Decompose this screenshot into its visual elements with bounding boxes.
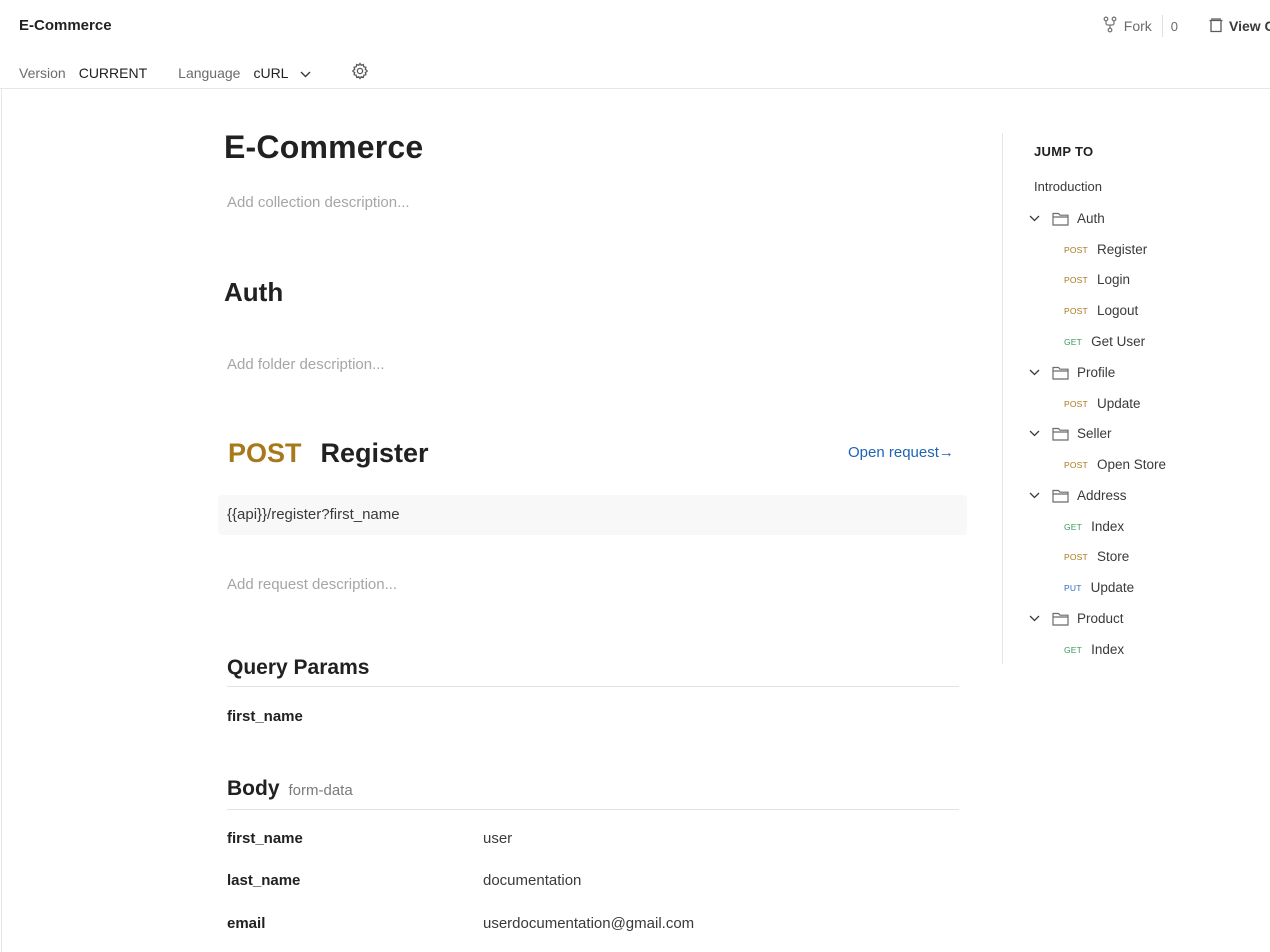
documentation-main: E-Commerce Add collection description...… (0, 89, 1000, 952)
query-params-title: Query Params (227, 656, 369, 680)
sub-toolbar: Version CURRENT Language cURL (19, 62, 369, 83)
toc-request-label: Login (1096, 272, 1130, 287)
toc-request-login[interactable]: POST Login (1064, 272, 1130, 287)
toc-request-store[interactable]: POST Store (1064, 549, 1129, 564)
body-param-key: last_name (227, 872, 301, 889)
query-params-divider (227, 686, 959, 687)
chevron-down-icon (288, 65, 311, 81)
toc-request-label: Logout (1096, 303, 1139, 318)
body-heading: Body (227, 777, 280, 800)
chevron-down-icon (1029, 615, 1043, 622)
toc-method: POST (1064, 305, 1088, 316)
chevron-down-icon (1029, 369, 1043, 376)
collection-description[interactable]: Add collection description... (227, 194, 410, 211)
body-param-key: first_name (227, 830, 303, 847)
toc-method: POST (1064, 274, 1088, 285)
body-title: Body form-data (227, 777, 353, 801)
fork-button[interactable]: Fork (1102, 16, 1152, 36)
collection-icon (1208, 17, 1229, 36)
toc-request-label: Update (1090, 580, 1135, 595)
toc-method: POST (1064, 459, 1088, 470)
toc-request-label: Register (1096, 242, 1148, 257)
chevron-down-icon (1029, 430, 1043, 437)
toc-folder-address[interactable]: Address (1029, 488, 1127, 503)
folder-icon (1052, 366, 1069, 380)
toc-folder-label: Address (1077, 488, 1127, 503)
folder-title: Auth (224, 277, 284, 307)
jump-to-heading: JUMP TO (1034, 144, 1094, 159)
body-param-key: email (227, 915, 266, 932)
toc-request-update[interactable]: PUT Update (1064, 580, 1134, 595)
fork-divider (1161, 15, 1163, 37)
toc-method: GET (1064, 521, 1083, 532)
settings-button[interactable] (351, 62, 369, 83)
toc-request-label: Store (1096, 549, 1130, 564)
toc-method: POST (1064, 244, 1088, 255)
toc-method: POST (1064, 551, 1088, 562)
header-actions: Fork 0 View C (1102, 15, 1270, 37)
body-param-value: userdocumentation@gmail.com (483, 915, 695, 932)
toc-request-get-user[interactable]: GET Get User (1064, 334, 1145, 349)
toc-method: POST (1064, 398, 1088, 409)
folder-description[interactable]: Add folder description... (227, 356, 385, 373)
fork-icon (1102, 16, 1124, 36)
view-collection-button[interactable]: View C (1208, 17, 1270, 36)
folder-icon (1052, 212, 1069, 226)
toc-request-update[interactable]: POST Update (1064, 396, 1141, 411)
language-value: cURL (253, 64, 289, 81)
version-select[interactable]: CURRENT (79, 65, 147, 81)
body-param-value: user (483, 830, 513, 847)
open-request-link[interactable]: Open request→ (848, 444, 954, 461)
toc-folder-profile[interactable]: Profile (1029, 365, 1115, 380)
toc-folder-label: Profile (1077, 365, 1116, 380)
toc-introduction[interactable]: Introduction (1034, 179, 1102, 194)
toc-request-label: Index (1091, 519, 1125, 534)
request-header: POST Register (228, 438, 429, 469)
toc-request-logout[interactable]: POST Logout (1064, 303, 1138, 318)
request-description[interactable]: Add request description... (227, 576, 397, 593)
fork-label: Fork (1123, 18, 1152, 34)
request-url[interactable]: {{api}}/register?first_name (218, 495, 967, 535)
gear-icon (351, 62, 369, 83)
toc-method: GET (1064, 336, 1083, 347)
toc-folder-label: Auth (1077, 211, 1105, 226)
toc-folder-label: Product (1077, 611, 1124, 626)
version-label: Version (19, 64, 66, 81)
top-bar: E-Commerce Fork 0 View C Version CURRENT (0, 0, 1270, 89)
toc-request-label: Update (1096, 396, 1141, 411)
chevron-down-icon (1029, 492, 1043, 499)
toc-request-label: Open Store (1096, 457, 1166, 472)
toc-request-register[interactable]: POST Register (1064, 242, 1147, 257)
folder-icon (1052, 427, 1069, 441)
language-select[interactable]: cURL (253, 65, 311, 81)
toc-request-label: Index (1091, 642, 1125, 657)
folder-icon (1052, 612, 1069, 626)
toc-request-open-store[interactable]: POST Open Store (1064, 457, 1166, 472)
toc-folder-product[interactable]: Product (1029, 611, 1124, 626)
body-param-value: documentation (483, 872, 582, 889)
body-divider (227, 809, 959, 810)
fork-count: 0 (1170, 18, 1178, 34)
query-params-heading: Query Params (227, 656, 370, 679)
toc-request-index[interactable]: GET Index (1064, 642, 1124, 657)
view-collection-label: View C (1229, 18, 1270, 34)
request-method: POST (228, 438, 302, 468)
toc-request-index[interactable]: GET Index (1064, 519, 1124, 534)
chevron-down-icon (1029, 215, 1043, 222)
toc-folder-label: Seller (1077, 426, 1112, 441)
folder-icon (1052, 489, 1069, 503)
jump-to-sidebar: JUMP TO Introduction Auth POST Register … (1002, 133, 1270, 664)
collection-title: E-Commerce (224, 129, 424, 165)
toc-folder-auth[interactable]: Auth (1029, 211, 1105, 226)
query-param-key: first_name (227, 708, 303, 725)
language-label: Language (178, 64, 241, 81)
toc-method: GET (1064, 644, 1083, 655)
body-type: form-data (288, 782, 353, 799)
toc-folder-seller[interactable]: Seller (1029, 426, 1112, 441)
toc-method: PUT (1064, 582, 1082, 593)
request-name: Register (320, 438, 429, 468)
toc-request-label: Get User (1091, 334, 1146, 349)
app-title: E-Commerce (19, 17, 112, 34)
